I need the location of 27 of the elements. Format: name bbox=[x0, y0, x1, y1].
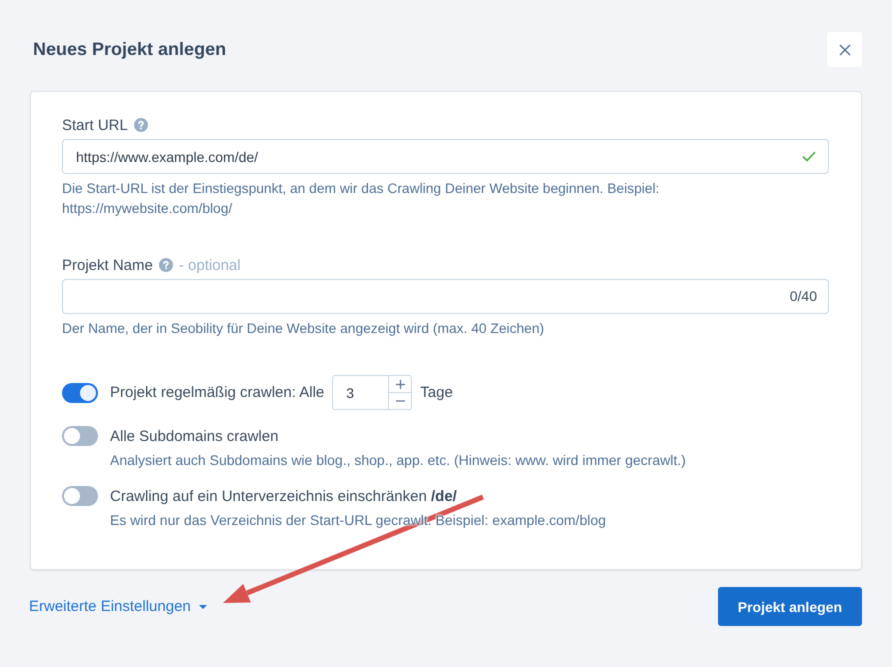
character-counter: 0/40 bbox=[790, 287, 817, 306]
caret-icon bbox=[198, 604, 207, 608]
minus-icon bbox=[396, 400, 405, 402]
number-field[interactable]: 3 bbox=[332, 375, 412, 410]
field-label: Projekt Name bbox=[62, 256, 153, 274]
help-icon[interactable] bbox=[134, 118, 148, 132]
option-hint: Analysiert auch Subdomains wie blog., shop., app. etc. (Hinweis: www. wird immer gecrawlt.) bbox=[110, 451, 687, 470]
advanced-settings-link[interactable]: Erweiterte Einstellungen bbox=[29, 598, 207, 615]
option-label: Projekt regelmäßig crawlen: Alle bbox=[110, 384, 324, 401]
toggle-switch[interactable] bbox=[62, 382, 98, 402]
unit-label: Tage bbox=[420, 384, 453, 401]
help-icon[interactable] bbox=[158, 258, 173, 272]
close-icon bbox=[838, 44, 850, 56]
toggle-switch[interactable] bbox=[62, 426, 98, 446]
option-label: Crawling auf ein Unterverzeichnis einschränken /de/ bbox=[110, 488, 457, 504]
field-hint: Der Name, der in Seobility für Deine Website angezeigt wird (max. 40 Zeichen) bbox=[62, 320, 546, 338]
plus-icon bbox=[396, 380, 405, 388]
optional-note: - optional bbox=[178, 256, 241, 274]
option-label: Alle Subdomains crawlen bbox=[110, 428, 278, 444]
close-button[interactable] bbox=[827, 32, 862, 67]
toggle-switch[interactable] bbox=[62, 486, 98, 506]
text-field[interactable] bbox=[62, 279, 829, 314]
create-project-button[interactable]: Projekt anlegen bbox=[718, 587, 862, 626]
field-label: Start URL bbox=[62, 116, 128, 134]
field-hint: Die Start-URL ist der Einstiegspunkt, an dem wir das Crawling Deiner Website beginnen. Beispiel: https://mywebsite.com/blog/ bbox=[62, 180, 660, 218]
dialog-title: Neues Projekt anlegen bbox=[33, 39, 226, 60]
text-field[interactable]: https://www.example.com/de/ bbox=[62, 139, 829, 174]
